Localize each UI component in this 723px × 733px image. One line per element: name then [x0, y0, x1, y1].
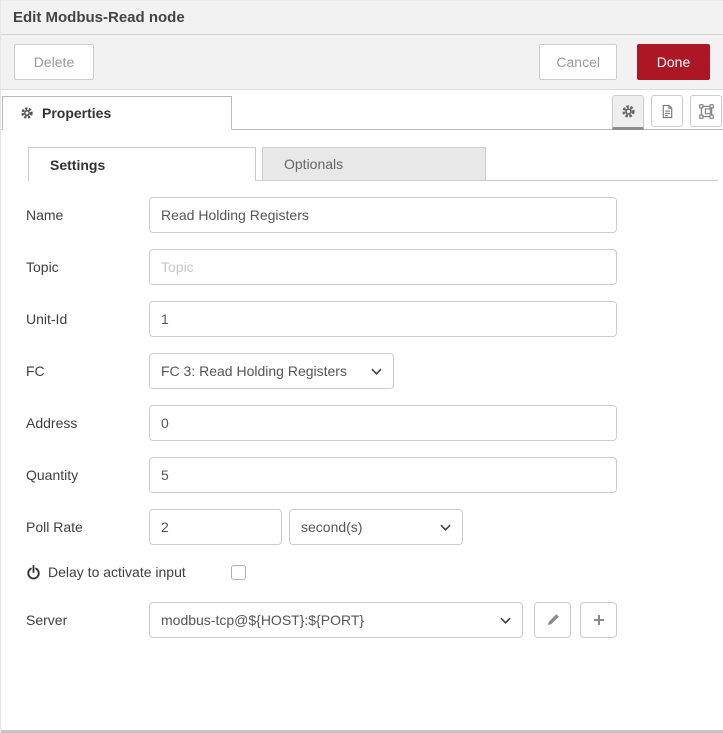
- fc-select[interactable]: FC 3: Read Holding Registers: [149, 353, 394, 389]
- gear-icon: [20, 106, 34, 120]
- unit-id-label: Unit-Id: [26, 311, 68, 327]
- settings-tab-bar: Settings Optionals: [28, 147, 718, 181]
- chevron-down-icon: [440, 524, 451, 531]
- tab-properties[interactable]: Properties: [2, 96, 232, 130]
- quantity-label: Quantity: [26, 467, 79, 483]
- name-input[interactable]: [149, 197, 617, 233]
- description-icon-button[interactable]: [651, 95, 683, 127]
- dialog-title: Edit Modbus-Read node: [13, 9, 185, 26]
- unit-id-row: Unit-Id: [26, 301, 698, 337]
- topic-label: Topic: [26, 259, 59, 275]
- poll-rate-label: Poll Rate: [26, 519, 83, 535]
- quantity-row: Quantity: [26, 457, 698, 493]
- tab-settings-label: Settings: [50, 156, 106, 173]
- address-label: Address: [26, 415, 78, 431]
- done-button[interactable]: Done: [637, 44, 710, 80]
- address-input[interactable]: [149, 405, 617, 441]
- edit-node-dialog: Edit Modbus-Read node Delete Cancel Done…: [0, 0, 723, 733]
- edit-server-button[interactable]: [534, 602, 571, 638]
- chevron-down-icon: [500, 617, 511, 624]
- dialog-toolbar: Delete Cancel Done: [1, 35, 723, 90]
- pencil-icon: [546, 613, 560, 627]
- delay-checkbox[interactable]: [231, 564, 246, 580]
- topic-input[interactable]: [149, 249, 617, 285]
- topic-row: Topic: [26, 249, 698, 285]
- gear-icon: [621, 104, 636, 119]
- power-icon: [26, 564, 41, 580]
- quantity-input[interactable]: [149, 457, 617, 493]
- plus-icon: [593, 614, 605, 626]
- name-row: Name: [26, 197, 698, 233]
- editor-icon-buttons: [612, 95, 722, 130]
- properties-icon-button[interactable]: [612, 95, 644, 130]
- dialog-header: Edit Modbus-Read node: [1, 0, 723, 35]
- server-row: Server modbus-tcp@${HOST}:${PORT}: [26, 602, 698, 638]
- delay-label: Delay to activate input: [48, 564, 186, 580]
- document-icon: [660, 104, 675, 119]
- properties-form: Settings Optionals Name Topic Unit-Id FC…: [1, 130, 723, 638]
- appearance-icon-button[interactable]: [690, 95, 722, 127]
- server-selected-value: modbus-tcp@${HOST}:${PORT}: [161, 612, 365, 628]
- poll-rate-unit-select[interactable]: second(s): [289, 509, 463, 545]
- unit-id-input[interactable]: [149, 301, 617, 337]
- tab-optionals[interactable]: Optionals: [262, 147, 486, 180]
- chevron-down-icon: [371, 368, 382, 375]
- add-server-button[interactable]: [580, 602, 617, 638]
- appearance-icon: [698, 103, 714, 119]
- tab-settings[interactable]: Settings: [28, 147, 256, 181]
- delay-row: Delay to activate input: [26, 564, 698, 580]
- name-label: Name: [26, 207, 64, 223]
- poll-rate-row: Poll Rate second(s): [26, 509, 698, 545]
- tab-optionals-label: Optionals: [284, 156, 344, 172]
- address-row: Address: [26, 405, 698, 441]
- delay-label-group: Delay to activate input: [26, 564, 231, 580]
- tab-properties-label: Properties: [42, 105, 112, 121]
- fc-selected-value: FC 3: Read Holding Registers: [161, 363, 347, 379]
- fc-label: FC: [26, 363, 45, 379]
- fc-row: FC FC 3: Read Holding Registers: [26, 353, 698, 389]
- cancel-button[interactable]: Cancel: [539, 44, 617, 80]
- editor-tab-bar: Properties: [1, 90, 723, 130]
- poll-rate-input[interactable]: [149, 509, 282, 545]
- server-label: Server: [26, 612, 68, 628]
- poll-rate-unit-value: second(s): [301, 519, 363, 535]
- delete-button[interactable]: Delete: [14, 44, 94, 80]
- server-select[interactable]: modbus-tcp@${HOST}:${PORT}: [149, 602, 523, 638]
